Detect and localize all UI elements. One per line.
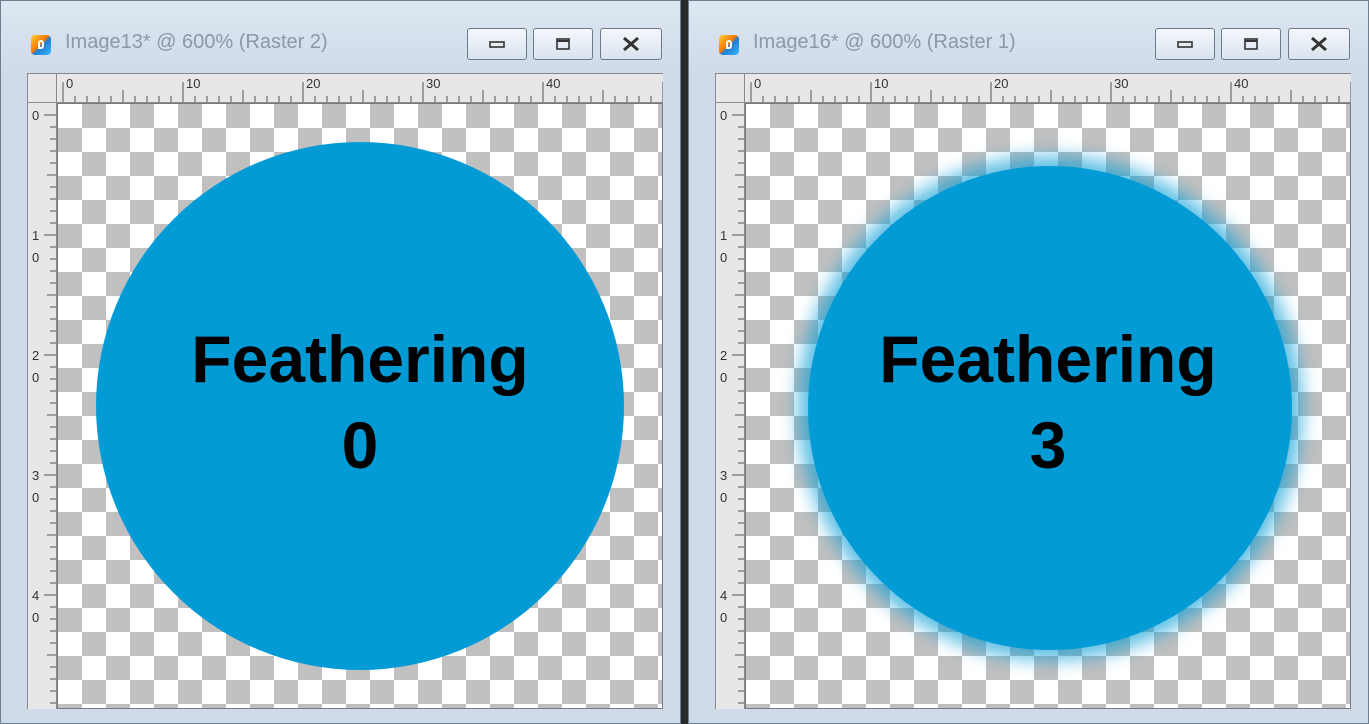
ruler-label: 0 [720, 610, 727, 625]
minimize-button[interactable] [467, 28, 527, 60]
window-title: Image16* @ 600% (Raster 1) [753, 31, 1016, 53]
minimize-icon [489, 41, 505, 48]
ruler-label: 30 [1114, 76, 1128, 91]
ruler-label: 0 [32, 610, 39, 625]
image-window-right[interactable]: Image16* @ 600% (Raster 1) 0 10 20 30 40 010… [688, 0, 1369, 724]
ruler-label: 0 [32, 370, 39, 385]
ruler-label: 20 [306, 76, 320, 91]
ruler-label: 4 [32, 588, 39, 603]
close-button[interactable] [1288, 28, 1350, 60]
label-line-1: Feathering [879, 322, 1217, 396]
title-bar[interactable]: Image13* @ 600% (Raster 2) [1, 1, 680, 73]
ruler-label: 1 [720, 228, 727, 243]
ruler-corner [715, 73, 745, 103]
blue-circle [96, 142, 624, 670]
label-line-1: Feathering [191, 322, 529, 396]
label-line-2: 3 [1029, 408, 1067, 482]
ruler-label: 0 [720, 370, 727, 385]
ruler-label: 0 [32, 250, 39, 265]
ruler-label: 3 [32, 468, 39, 483]
ruler-label: 1 [32, 228, 39, 243]
horizontal-ruler: 0 10 20 30 40 [57, 73, 663, 103]
ruler-label: 4 [720, 588, 727, 603]
horizontal-ruler: 0 10 20 30 40 [745, 73, 1351, 103]
ruler-label: 10 [186, 76, 200, 91]
minimize-icon [1177, 41, 1193, 48]
close-icon [1311, 36, 1327, 52]
vertical-ruler: 0 1 0 2 0 3 0 4 0 [27, 103, 57, 709]
window-bottom-border [689, 709, 1368, 723]
ruler-label: 0 [32, 108, 39, 123]
window-title: Image13* @ 600% (Raster 2) [65, 31, 328, 53]
ruler-label: 0 [32, 490, 39, 505]
paintshop-app-icon [719, 35, 739, 55]
maximize-button[interactable] [533, 28, 593, 60]
vertical-ruler: 0 1 0 2 0 3 0 4 0 [715, 103, 745, 709]
image-canvas[interactable]: Feathering 0 [57, 103, 663, 709]
maximize-button[interactable] [1221, 28, 1281, 60]
ruler-corner [27, 73, 57, 103]
window-bottom-border [1, 709, 680, 723]
image-window-left[interactable]: Image13* @ 600% (Raster 2) 0 10 20 30 40 010… [0, 0, 681, 724]
ruler-label: 20 [994, 76, 1008, 91]
ruler-label: 0 [66, 76, 73, 91]
close-button[interactable] [600, 28, 662, 60]
ruler-label: 0 [720, 250, 727, 265]
ruler-label: 0 [720, 490, 727, 505]
ruler-label: 0 [720, 108, 727, 123]
label-line-2: 0 [341, 408, 379, 482]
close-icon [623, 36, 639, 52]
minimize-button[interactable] [1155, 28, 1215, 60]
title-bar[interactable]: Image16* @ 600% (Raster 1) [689, 1, 1368, 73]
ruler-label: 3 [720, 468, 727, 483]
ruler-label: 40 [1234, 76, 1248, 91]
paintshop-app-icon [31, 35, 51, 55]
maximize-icon [1244, 38, 1258, 50]
ruler-label: 10 [874, 76, 888, 91]
ruler-label: 40 [546, 76, 560, 91]
ruler-label: 2 [32, 348, 39, 363]
ruler-label: 0 [754, 76, 761, 91]
ruler-label: 2 [720, 348, 727, 363]
ruler-label: 30 [426, 76, 440, 91]
image-canvas[interactable]: Feathering 3 [745, 103, 1351, 709]
maximize-icon [556, 38, 570, 50]
